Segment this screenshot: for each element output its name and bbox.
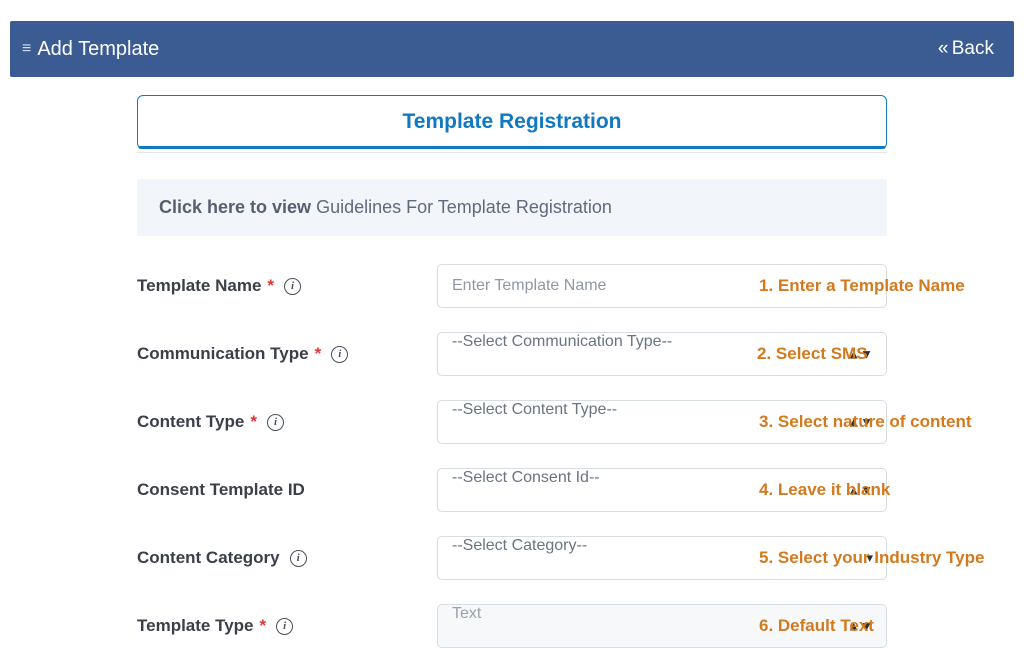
- info-icon[interactable]: i: [331, 346, 348, 363]
- tab-title: Template Registration: [403, 110, 622, 134]
- page-title: Add Template: [37, 38, 159, 61]
- label-template-name: Template Name * i: [137, 276, 437, 296]
- row-template-type: Template Type * i Text ▲▼ 6. Default Tex…: [137, 604, 887, 648]
- asterisk-icon: *: [250, 412, 257, 432]
- tab-template-registration[interactable]: Template Registration: [137, 95, 887, 149]
- content-category-select[interactable]: --Select Category--: [437, 536, 887, 580]
- label-text-template-name: Template Name: [137, 276, 261, 296]
- template-name-input[interactable]: [437, 264, 887, 308]
- label-content-type: Content Type * i: [137, 412, 437, 432]
- back-button[interactable]: « Back: [938, 38, 994, 60]
- label-communication-type: Communication Type * i: [137, 344, 437, 364]
- asterisk-icon: *: [267, 276, 274, 296]
- header-bar: ≡ Add Template « Back: [10, 21, 1014, 77]
- label-text-content-type: Content Type: [137, 412, 244, 432]
- menu-icon[interactable]: ≡: [22, 43, 29, 55]
- page-root: ≡ Add Template « Back Template Registrat…: [0, 0, 1024, 648]
- notice-rest: Guidelines For Template Registration: [311, 197, 612, 217]
- content-type-select[interactable]: --Select Content Type--: [437, 400, 887, 444]
- row-content-category: Content Category i --Select Category-- ▾…: [137, 536, 887, 580]
- label-consent-template-id: Consent Template ID: [137, 480, 437, 500]
- info-icon[interactable]: i: [267, 414, 284, 431]
- consent-id-select-wrap: --Select Consent Id-- ▲▼: [437, 468, 887, 512]
- label-text-consent-template-id: Consent Template ID: [137, 480, 305, 500]
- row-content-type: Content Type * i --Select Content Type--…: [137, 400, 887, 444]
- guidelines-notice[interactable]: Click here to view Guidelines For Templa…: [137, 179, 887, 236]
- template-type-select-wrap: Text ▲▼: [437, 604, 887, 648]
- info-icon[interactable]: i: [290, 550, 307, 567]
- communication-type-select[interactable]: --Select Communication Type--: [437, 332, 887, 376]
- back-label: Back: [952, 38, 994, 59]
- template-type-select[interactable]: Text: [437, 604, 887, 648]
- template-form: Template Name* i 1. Enter a Template Nam…: [137, 264, 887, 648]
- label-content-category: Content Category i: [137, 548, 437, 568]
- asterisk-icon: *: [260, 616, 267, 636]
- info-icon[interactable]: i: [276, 618, 293, 635]
- consent-id-select[interactable]: --Select Consent Id--: [437, 468, 887, 512]
- communication-type-select-wrap: --Select Communication Type-- ▲▼: [437, 332, 887, 376]
- asterisk-icon: *: [315, 344, 322, 364]
- row-template-name: Template Name* i 1. Enter a Template Nam…: [137, 264, 887, 308]
- label-template-type: Template Type * i: [137, 616, 437, 636]
- content-category-select-wrap: --Select Category-- ▾: [437, 536, 887, 580]
- back-arrows-icon: «: [938, 38, 945, 59]
- info-icon[interactable]: i: [284, 278, 301, 295]
- tab-underline: [137, 152, 887, 153]
- content-area: Template Registration Click here to view…: [10, 77, 1014, 648]
- row-consent-template-id: Consent Template ID --Select Consent Id-…: [137, 468, 887, 512]
- row-communication-type: Communication Type * i --Select Communic…: [137, 332, 887, 376]
- content-type-select-wrap: --Select Content Type-- ▲▼: [437, 400, 887, 444]
- label-text-content-category: Content Category: [137, 548, 280, 568]
- header-left: ≡ Add Template: [22, 38, 159, 61]
- label-text-template-type: Template Type: [137, 616, 254, 636]
- notice-click-text: Click here to view: [159, 197, 311, 217]
- label-text-communication-type: Communication Type: [137, 344, 309, 364]
